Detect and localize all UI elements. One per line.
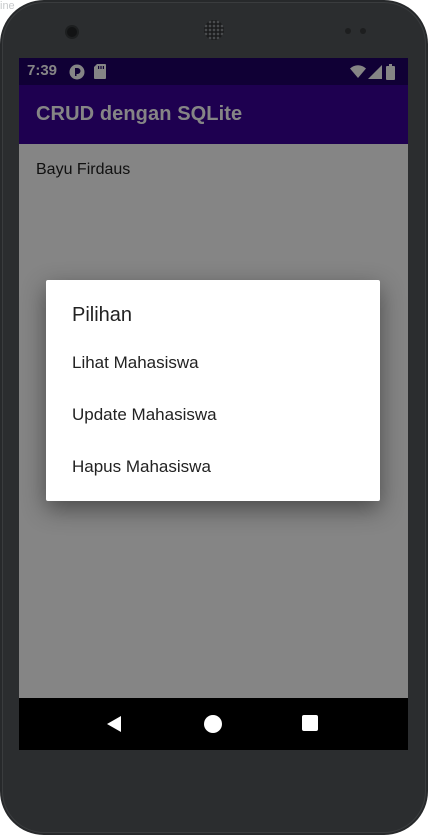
navigation-bar <box>19 698 408 750</box>
options-dialog: Pilihan Lihat Mahasiswa Update Mahasiswa… <box>46 280 380 501</box>
earpiece-speaker <box>204 20 224 40</box>
back-icon[interactable] <box>105 715 123 733</box>
view-student-option[interactable]: Lihat Mahasiswa <box>72 353 362 373</box>
front-camera <box>67 27 77 37</box>
home-icon[interactable] <box>204 715 222 733</box>
device-frame: ine 7:39 CRUD dengan SQLite Bayu Firdaus… <box>0 0 428 835</box>
proximity-sensor <box>345 28 351 34</box>
delete-student-option[interactable]: Hapus Mahasiswa <box>72 457 362 477</box>
device-chin <box>19 750 408 815</box>
update-student-option[interactable]: Update Mahasiswa <box>72 405 362 425</box>
recents-icon[interactable] <box>302 715 318 731</box>
corner-text: ine <box>0 0 15 12</box>
dialog-title: Pilihan <box>72 304 133 326</box>
light-sensor <box>360 28 366 34</box>
